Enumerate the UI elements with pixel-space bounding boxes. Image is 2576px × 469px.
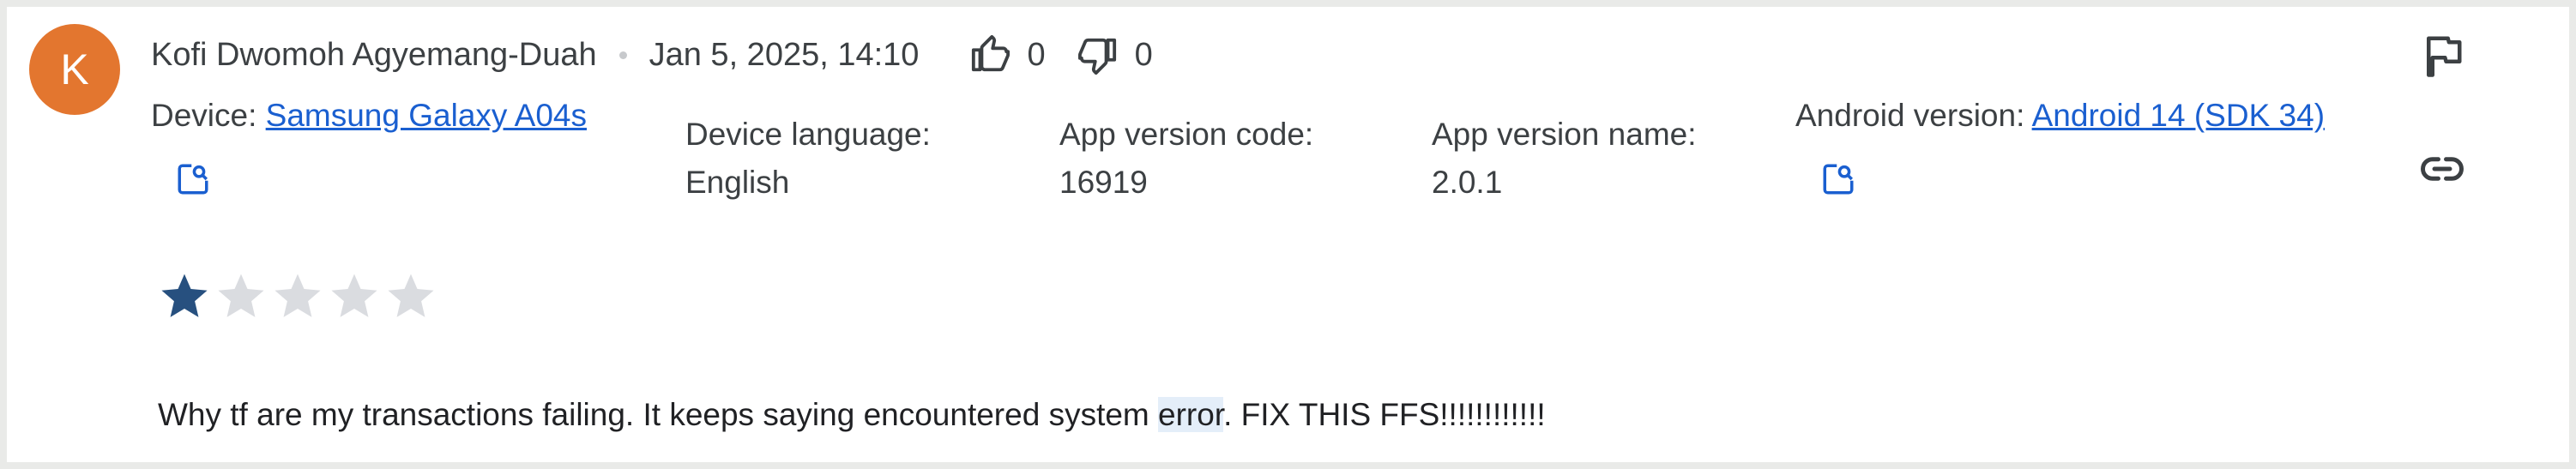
review-text: Why tf are my transactions failing. It k…	[158, 397, 1546, 433]
device-language-value: English	[685, 165, 790, 200]
android-version-label: Android version:	[1795, 98, 2032, 133]
thumbs-up-button[interactable]: 0	[970, 35, 1046, 75]
thumbs-down-count: 0	[1134, 36, 1153, 73]
review-text-end: . FIX THIS FFS!!!!!!!!!!!!	[1223, 397, 1546, 432]
review-header: Kofi Dwomoh Agyemang-Duah Jan 5, 2025, 1…	[151, 27, 1185, 82]
app-version-name-label: App version name:	[1432, 117, 1697, 152]
star-icon	[331, 274, 377, 317]
device-label: Device:	[151, 98, 266, 133]
thumbs-up-count: 0	[1027, 36, 1046, 73]
thumbs-up-icon	[972, 35, 1010, 72]
search-device-icon[interactable]	[175, 161, 211, 197]
review-text-start: Why tf are my transactions failing. It k…	[158, 397, 1159, 432]
app-version-code-label: App version code:	[1059, 117, 1314, 152]
star-icon	[388, 274, 434, 317]
review-date: Jan 5, 2025, 14:10	[649, 36, 920, 73]
star-icon	[274, 274, 321, 317]
star-rating	[160, 271, 436, 321]
device-link[interactable]: Samsung Galaxy A04s	[266, 98, 587, 133]
thumbs-down-button[interactable]: 0	[1077, 35, 1153, 75]
star-icon	[161, 274, 208, 317]
device-language-label: Device language:	[685, 117, 931, 152]
author-name: Kofi Dwomoh Agyemang-Duah	[151, 36, 597, 73]
star-icon	[218, 274, 264, 317]
avatar: K	[29, 24, 120, 115]
review-text-highlight: error	[1158, 397, 1224, 432]
flag-icon[interactable]	[2419, 33, 2465, 79]
separator-dot	[618, 51, 627, 59]
android-version-info: Android version: Android 14 (SDK 34)	[1795, 98, 2325, 134]
app-version-code-value: 16919	[1059, 165, 1148, 200]
search-android-icon[interactable]	[1820, 161, 1856, 197]
thumbs-down-icon	[1077, 38, 1116, 75]
review-card: K Kofi Dwomoh Agyemang-Duah Jan 5, 2025,…	[7, 7, 2569, 462]
app-version-name-value: 2.0.1	[1432, 165, 1503, 200]
android-version-link[interactable]: Android 14 (SDK 34)	[2032, 98, 2325, 133]
link-icon[interactable]	[2419, 146, 2465, 192]
device-info: Device: Samsung Galaxy A04s	[151, 98, 587, 134]
